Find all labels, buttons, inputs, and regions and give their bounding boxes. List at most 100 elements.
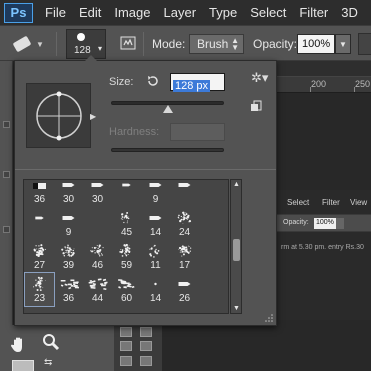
zoom-icon[interactable]	[42, 333, 60, 351]
brush-size-label: 9	[152, 194, 159, 205]
size-slider-thumb[interactable]	[162, 105, 173, 113]
brush-tip-preview[interactable]	[26, 83, 91, 148]
opacity-field[interactable]: 100%	[297, 34, 335, 54]
tool-icon[interactable]	[140, 341, 152, 351]
brush-preset[interactable]: 30	[83, 180, 112, 207]
brush-thumbnail-icon	[122, 183, 131, 187]
brush-preset[interactable]: 26	[170, 273, 199, 306]
ps-logo: Ps	[4, 2, 33, 23]
brush-thumbnail-icon	[119, 243, 131, 257]
reset-icon[interactable]	[146, 74, 160, 88]
brush-size-label: 23	[33, 293, 46, 304]
image-text: rm at 5.30 pm. entry Rs.30	[281, 244, 364, 251]
brush-size-label: 27	[33, 260, 46, 271]
brush-thumbnail-icon	[149, 183, 162, 187]
menu-filter[interactable]: Filter	[299, 5, 328, 20]
brush-preset[interactable]: 27	[25, 240, 54, 273]
brush-panel-toggle-icon[interactable]	[120, 35, 136, 51]
brush-thumbnail-icon	[178, 245, 192, 257]
menu-file[interactable]: File	[45, 5, 66, 20]
brush-preset[interactable]	[170, 180, 199, 207]
brush-preset	[199, 207, 228, 240]
image-menu-item: View	[350, 198, 368, 207]
brush-preset[interactable]: 60	[112, 273, 141, 306]
mode-label: Mode:	[152, 37, 186, 51]
brush-size-label: 36	[33, 194, 46, 205]
size-value: 128 px	[173, 80, 211, 92]
brush-thumbnail-icon	[178, 183, 191, 187]
swap-colors-icon[interactable]: ⇆	[44, 357, 52, 368]
brush-preset[interactable]	[25, 207, 54, 240]
brush-preset[interactable]: 46	[83, 240, 112, 273]
tool-icon[interactable]	[140, 327, 152, 337]
menu-layer[interactable]: Layer	[164, 5, 197, 20]
opacity-dropdown-button[interactable]: ▼	[335, 34, 351, 54]
brush-size-label: 44	[91, 293, 104, 304]
brush-preset[interactable]: 17	[170, 240, 199, 273]
brush-preset[interactable]: 14	[141, 273, 170, 306]
size-input[interactable]: 128 px	[170, 73, 225, 92]
brush-preset[interactable]: 23	[24, 272, 55, 307]
brush-preset[interactable]: 59	[112, 240, 141, 273]
scroll-down-icon[interactable]: ▼	[233, 305, 240, 312]
scroll-up-icon[interactable]: ▲	[233, 181, 240, 188]
ruler-tick-label: 250	[355, 79, 371, 89]
horizontal-ruler: 200 250	[277, 77, 371, 93]
tool-icon[interactable]	[3, 171, 10, 178]
brush-size-label: 24	[178, 227, 191, 238]
brush-angle-icon[interactable]	[27, 84, 92, 149]
tool-icon[interactable]	[140, 356, 152, 366]
brush-preset[interactable]: 11	[141, 240, 170, 273]
brush-preset[interactable]: 9	[54, 207, 83, 240]
brush-thumbnail-icon	[60, 279, 79, 290]
menu-select[interactable]: Select	[250, 5, 286, 20]
image-menu-item: Filter	[322, 198, 340, 207]
menu-edit[interactable]: Edit	[79, 5, 101, 20]
brush-preset[interactable]: 36	[25, 180, 54, 207]
brush-preset[interactable]: 30	[54, 180, 83, 207]
image-options-bar: Opacity: 100%	[277, 214, 371, 232]
brush-thumbnail-icon	[62, 183, 75, 187]
resize-grip-icon[interactable]	[265, 314, 273, 322]
brush-preset	[199, 273, 228, 306]
brush-thumbnail-icon	[35, 216, 44, 220]
scrollbar-thumb[interactable]	[233, 239, 240, 261]
mode-select[interactable]: Brush ▲ ▼	[189, 34, 244, 54]
brush-size-label: 60	[120, 293, 133, 304]
tool-icon[interactable]	[120, 341, 132, 351]
brush-preset[interactable]: 36	[54, 273, 83, 306]
airbrush-toggle[interactable]	[358, 33, 371, 55]
image-opacity-label: Opacity:	[283, 219, 309, 226]
foreground-color-swatch[interactable]	[12, 360, 34, 371]
menu-type[interactable]: Type	[209, 5, 237, 20]
brush-grid-scrollbar[interactable]: ▲ ▼	[230, 179, 242, 314]
menu-image[interactable]: Image	[114, 5, 150, 20]
tool-icon[interactable]	[120, 356, 132, 366]
tool-icon[interactable]	[3, 121, 10, 128]
separator	[143, 32, 144, 56]
ruler-tick-label: 200	[311, 79, 327, 89]
brush-tip-icon	[77, 33, 85, 41]
brush-thumbnail-icon	[33, 183, 46, 189]
gear-icon[interactable]: ✲▾	[251, 70, 271, 85]
brush-preset[interactable]: 44	[83, 273, 112, 306]
brush-preset[interactable]: 45	[112, 207, 141, 240]
brush-size-label: 14	[149, 227, 162, 238]
brush-preset-picker-panel: ▶ Size: 128 px ✲▾ Hardness: 36 30 30 9 9 45 14…	[14, 55, 277, 326]
menu-3d[interactable]: 3D	[341, 5, 358, 20]
tool-icon[interactable]	[120, 327, 132, 337]
brush-preset[interactable]: 14	[141, 207, 170, 240]
brush-preset[interactable]: 9	[141, 180, 170, 207]
opacity-label: Opacity:	[253, 37, 298, 51]
brush-preset[interactable]	[112, 180, 141, 207]
new-preset-icon[interactable]	[250, 100, 262, 112]
brush-size-label: 59	[120, 260, 133, 271]
tool-preset-picker[interactable]: ▼	[6, 31, 44, 57]
canvas-image: Select Filter View Opacity: 100% rm at 5…	[277, 190, 371, 320]
tool-icon[interactable]	[3, 226, 10, 233]
brush-preset[interactable]: 24	[170, 207, 199, 240]
menu-bar: Ps File Edit Image Layer Type Select Fil…	[0, 0, 371, 25]
brush-preset[interactable]: 39	[54, 240, 83, 273]
hand-icon[interactable]	[10, 336, 28, 354]
brush-thumbnail-icon	[118, 279, 135, 289]
